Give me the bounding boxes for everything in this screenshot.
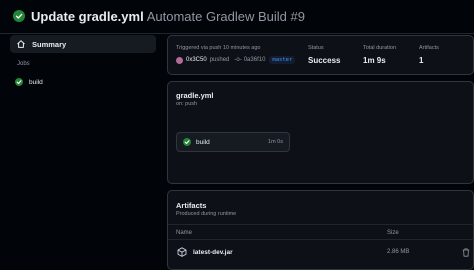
run-summary-panel: Triggered via push 10 minutes ago 0x3C50…: [167, 35, 474, 75]
workflow-file-name: gradle.yml: [176, 91, 214, 100]
artifacts-table-header: Name Size: [168, 224, 474, 240]
duration-label: Total duration: [363, 45, 397, 51]
artifacts-subtitle: Produced during runtime: [176, 211, 237, 217]
artifact-size: 2.86 MB: [387, 249, 410, 255]
sidebar-item-summary[interactable]: Summary: [10, 35, 156, 53]
status-label: Status: [308, 45, 324, 51]
job-card-label: build: [196, 138, 210, 146]
package-icon: [177, 247, 187, 257]
trigger-text: Triggered via push 10 minutes ago: [176, 45, 261, 51]
status-value: Success: [308, 56, 341, 65]
workflow-run-name[interactable]: Automate Gradlew Build #9: [147, 9, 305, 24]
actor-link[interactable]: 0x3C50: [186, 57, 207, 63]
trigger-details: 0x3C50 pushed -o- 0a36f10 master: [176, 55, 296, 65]
column-header-name: Name: [176, 230, 193, 236]
success-check-icon: [15, 78, 23, 86]
success-check-icon: [183, 138, 191, 146]
commit-sha-link[interactable]: 0a36f10: [244, 57, 266, 63]
artifacts-count-value[interactable]: 1: [419, 56, 423, 65]
action-text: pushed: [209, 57, 230, 63]
sidebar-item-label: Summary: [32, 39, 67, 49]
duration-value[interactable]: 1m 9s: [363, 56, 386, 65]
column-header-size: Size: [387, 230, 399, 236]
run-title: Update gradle.yml Automate Gradlew Build …: [31, 9, 305, 24]
artifact-name-link[interactable]: latest-dev.jar: [193, 249, 233, 256]
job-card-build[interactable]: build 1m 0s: [176, 132, 290, 152]
success-check-icon: [13, 10, 25, 22]
artifacts-count-label: Artifacts: [419, 45, 439, 51]
sidebar-item-label: build: [29, 78, 43, 86]
avatar[interactable]: [176, 56, 183, 64]
workflow-graph-panel: gradle.yml on: push build 1m 0s: [167, 81, 474, 184]
artifacts-panel: Artifacts Produced during runtime Name S…: [167, 190, 474, 270]
trash-icon[interactable]: [462, 248, 470, 257]
sidebar-item-build[interactable]: build: [15, 76, 43, 88]
job-card-duration: 1m 0s: [268, 139, 283, 145]
home-icon: [17, 40, 25, 48]
artifacts-title: Artifacts: [176, 201, 207, 210]
actions-run-page: Update gradle.yml Automate Gradlew Build …: [0, 0, 474, 270]
jobs-heading: Jobs: [17, 61, 30, 67]
run-header: Update gradle.yml Automate Gradlew Build …: [0, 0, 474, 34]
table-row: latest-dev.jar 2.86 MB: [168, 245, 474, 261]
workflow-trigger: on: push: [176, 101, 198, 107]
commit-title: Update gradle.yml: [31, 9, 144, 24]
git-commit-icon: -o-: [234, 57, 242, 63]
branch-badge[interactable]: master: [269, 56, 296, 64]
